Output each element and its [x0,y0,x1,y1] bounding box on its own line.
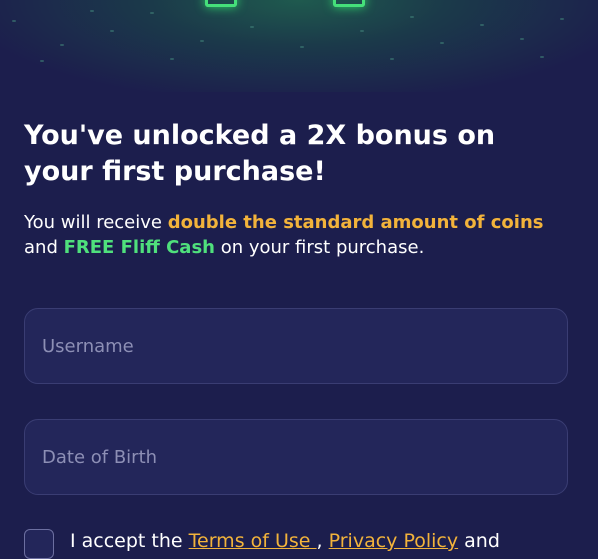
terms-of-use-link[interactable]: Terms of Use [189,530,317,552]
privacy-policy-link[interactable]: Privacy Policy [329,530,458,552]
terms-text: I accept the Terms of Use , Privacy Poli… [70,528,590,554]
promo-desc-prefix: You will receive [24,212,168,233]
promo-desc-suffix: on your first purchase. [214,237,425,258]
terms-checkbox[interactable] [24,529,54,559]
promo-description: You will receive double the standard amo… [24,210,574,260]
username-field[interactable] [24,308,568,384]
promo-headline: You've unlocked a 2X bonus on your first… [24,120,496,187]
dob-field[interactable] [24,419,568,495]
hero-banner [0,0,598,92]
bonus-logo-glow [205,0,237,7]
promo-desc-fliff-cash: FREE Fliff Cash [63,237,215,258]
username-input[interactable] [25,309,567,383]
terms-and: and [458,530,500,552]
dob-input[interactable] [25,420,567,494]
promo-desc-mid: and [24,237,64,258]
terms-prefix: I accept the [70,530,189,552]
terms-comma: , [316,530,329,552]
promo-desc-highlight: double the standard amount of coins [167,212,544,233]
bonus-logo-glow [333,0,365,7]
